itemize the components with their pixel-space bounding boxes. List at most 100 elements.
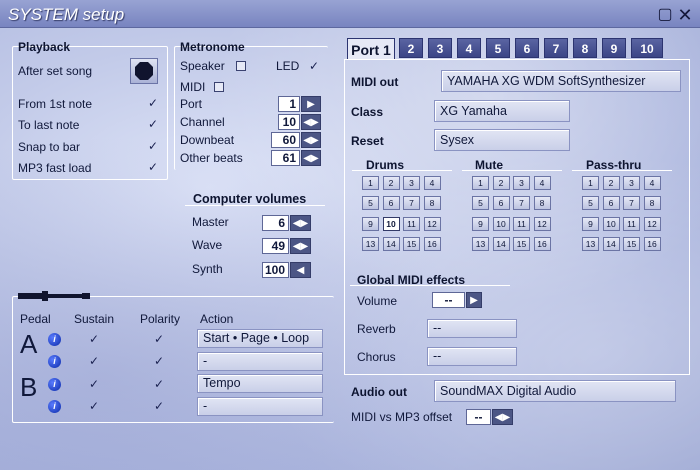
pedal-action-field[interactable]: - — [197, 352, 323, 371]
drums-channel-button[interactable]: 11 — [403, 216, 420, 231]
mute-channel-button[interactable]: 4 — [533, 176, 551, 190]
pass-thru-channel-button[interactable]: 15 — [623, 236, 640, 251]
pass-thru-channel-button[interactable]: 7 — [623, 196, 640, 211]
pass-thru-channel-button[interactable]: 2 — [602, 176, 620, 190]
sustain-checkbox[interactable]: ✓ — [88, 378, 100, 390]
tab-port-5[interactable]: 5 — [486, 38, 510, 58]
mute-channel-button[interactable]: 16 — [533, 236, 551, 251]
channel-value[interactable]: 10 — [278, 114, 300, 130]
mp3-fast-load-checkbox[interactable]: ✓ — [147, 161, 159, 173]
polarity-checkbox[interactable]: ✓ — [153, 333, 165, 345]
info-icon[interactable]: i — [48, 355, 61, 368]
offset-value[interactable]: -- — [466, 409, 491, 425]
pedal-action-field[interactable]: Start • Page • Loop — [197, 329, 323, 348]
channel-arrows-icon[interactable]: ◀▶ — [301, 114, 321, 130]
mute-channel-button[interactable]: 15 — [513, 236, 530, 251]
mute-channel-button[interactable]: 7 — [513, 196, 530, 211]
title-bar[interactable]: SYSTEM setup ▢ ✕ — [0, 0, 700, 28]
mute-channel-button[interactable]: 10 — [492, 216, 510, 231]
drums-channel-button[interactable]: 5 — [362, 196, 379, 211]
offset-arrows-icon[interactable]: ◀▶ — [492, 409, 513, 425]
tab-port-7[interactable]: 7 — [544, 38, 568, 58]
pass-thru-channel-button[interactable]: 1 — [582, 176, 599, 190]
pass-thru-channel-button[interactable]: 9 — [582, 216, 599, 231]
midi-checkbox[interactable] — [214, 82, 224, 92]
port-value[interactable]: 1 — [278, 96, 300, 112]
sustain-checkbox[interactable]: ✓ — [88, 355, 100, 367]
minimize-icon[interactable]: ▢ — [657, 7, 673, 23]
tab-port-1[interactable]: Port 1 — [347, 38, 395, 60]
drums-channel-button[interactable]: 10 — [382, 216, 400, 231]
drums-channel-button[interactable]: 6 — [382, 196, 400, 211]
drums-channel-button[interactable]: 7 — [403, 196, 420, 211]
mute-channel-button[interactable]: 5 — [472, 196, 489, 211]
drums-channel-button[interactable]: 3 — [403, 176, 420, 190]
downbeat-arrows-icon[interactable]: ◀▶ — [301, 132, 321, 148]
reverb-field[interactable]: -- — [427, 319, 517, 338]
tab-port-4[interactable]: 4 — [457, 38, 481, 58]
led-checkbox[interactable]: ✓ — [308, 60, 320, 72]
drums-channel-button[interactable]: 15 — [403, 236, 420, 251]
audio-out-field[interactable]: SoundMAX Digital Audio — [434, 380, 676, 402]
pass-thru-channel-button[interactable]: 10 — [602, 216, 620, 231]
mute-channel-button[interactable]: 2 — [492, 176, 510, 190]
tab-port-6[interactable]: 6 — [515, 38, 539, 58]
pass-thru-channel-button[interactable]: 3 — [623, 176, 640, 190]
tab-port-3[interactable]: 3 — [428, 38, 452, 58]
port-arrow-icon[interactable]: ▶ — [301, 96, 321, 112]
chorus-field[interactable]: -- — [427, 347, 517, 366]
global-volume-arrow-icon[interactable]: ▶ — [466, 292, 482, 308]
info-icon[interactable]: i — [48, 378, 61, 391]
mute-channel-button[interactable]: 14 — [492, 236, 510, 251]
speaker-checkbox[interactable] — [236, 61, 246, 71]
sustain-checkbox[interactable]: ✓ — [88, 400, 100, 412]
pass-thru-channel-button[interactable]: 6 — [602, 196, 620, 211]
info-icon[interactable]: i — [48, 400, 61, 413]
mute-channel-button[interactable]: 3 — [513, 176, 530, 190]
mute-channel-button[interactable]: 1 — [472, 176, 489, 190]
pass-thru-channel-button[interactable]: 4 — [643, 176, 661, 190]
info-icon[interactable]: i — [48, 333, 61, 346]
drums-channel-button[interactable]: 12 — [423, 216, 441, 231]
from-first-note-checkbox[interactable]: ✓ — [147, 97, 159, 109]
polarity-checkbox[interactable]: ✓ — [153, 378, 165, 390]
global-volume-value[interactable]: -- — [432, 292, 465, 308]
drums-channel-button[interactable]: 16 — [423, 236, 441, 251]
to-last-note-checkbox[interactable]: ✓ — [147, 118, 159, 130]
mute-channel-button[interactable]: 6 — [492, 196, 510, 211]
after-set-song-button[interactable] — [130, 58, 158, 84]
tab-port-8[interactable]: 8 — [573, 38, 597, 58]
tab-port-2[interactable]: 2 — [399, 38, 423, 58]
tab-port-9[interactable]: 9 — [602, 38, 626, 58]
class-field[interactable]: XG Yamaha — [434, 100, 570, 122]
pass-thru-channel-button[interactable]: 14 — [602, 236, 620, 251]
snap-to-bar-checkbox[interactable]: ✓ — [147, 140, 159, 152]
other-beats-value[interactable]: 61 — [271, 150, 300, 166]
drums-channel-button[interactable]: 4 — [423, 176, 441, 190]
sustain-checkbox[interactable]: ✓ — [88, 333, 100, 345]
master-arrows-icon[interactable]: ◀▶ — [290, 215, 311, 231]
master-volume-value[interactable]: 6 — [262, 215, 289, 231]
mute-channel-button[interactable]: 11 — [513, 216, 530, 231]
reset-field[interactable]: Sysex — [434, 129, 570, 151]
drums-channel-button[interactable]: 9 — [362, 216, 379, 231]
pedal-action-field[interactable]: - — [197, 397, 323, 416]
polarity-checkbox[interactable]: ✓ — [153, 400, 165, 412]
drums-channel-button[interactable]: 2 — [382, 176, 400, 190]
drums-channel-button[interactable]: 1 — [362, 176, 379, 190]
mute-channel-button[interactable]: 8 — [533, 196, 551, 211]
pass-thru-channel-button[interactable]: 16 — [643, 236, 661, 251]
synth-volume-value[interactable]: 100 — [262, 262, 289, 278]
pass-thru-channel-button[interactable]: 12 — [643, 216, 661, 231]
pass-thru-channel-button[interactable]: 5 — [582, 196, 599, 211]
wave-volume-value[interactable]: 49 — [262, 238, 289, 254]
pedal-action-field[interactable]: Tempo — [197, 374, 323, 393]
drums-channel-button[interactable]: 14 — [382, 236, 400, 251]
midi-out-field[interactable]: YAMAHA XG WDM SoftSynthesizer — [441, 70, 681, 92]
mute-channel-button[interactable]: 9 — [472, 216, 489, 231]
close-icon[interactable]: ✕ — [677, 6, 693, 24]
other-beats-arrows-icon[interactable]: ◀▶ — [301, 150, 321, 166]
mute-channel-button[interactable]: 13 — [472, 236, 489, 251]
synth-arrow-icon[interactable]: ◀ — [290, 262, 311, 278]
mute-channel-button[interactable]: 12 — [533, 216, 551, 231]
